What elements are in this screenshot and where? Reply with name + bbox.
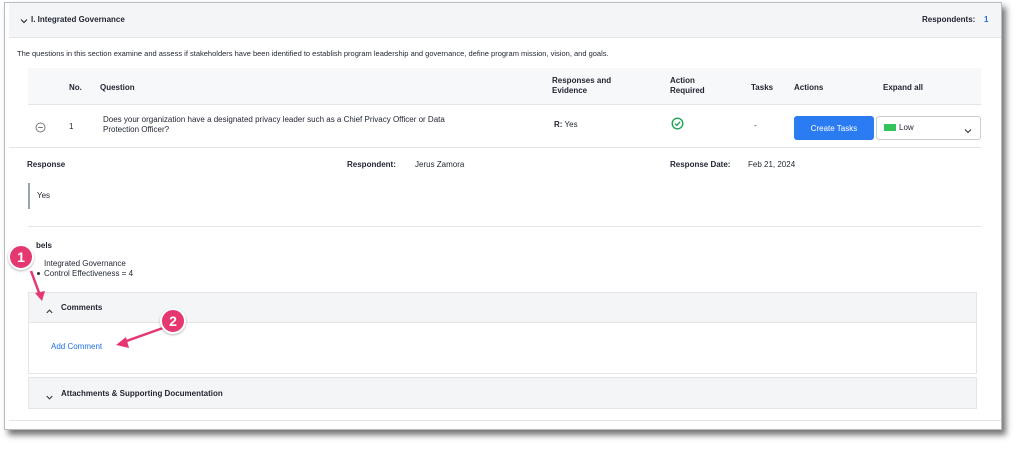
arrowhead-1 [35,291,45,301]
app-window: I. Integrated Governance Respondents: 1 … [4,2,1002,430]
annotation-marker-2: 2 [160,308,186,334]
annotation-marker-1: 1 [8,244,34,270]
arrowhead-2 [116,337,129,348]
annotation-arrows [29,270,164,348]
arrow-2 [120,326,164,345]
